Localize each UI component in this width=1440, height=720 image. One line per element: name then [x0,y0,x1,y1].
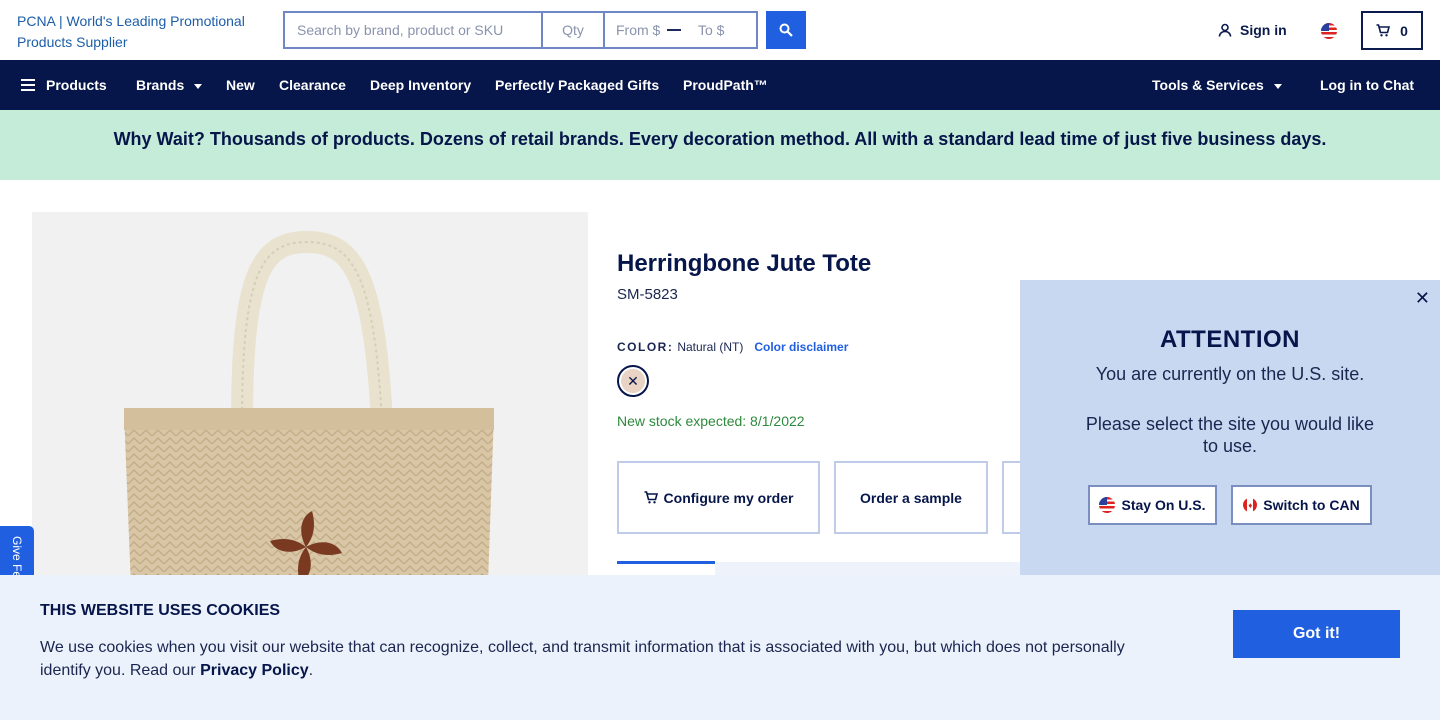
nav-brands[interactable]: Brands [136,60,203,110]
color-label: COLOR: [617,340,674,354]
nav-tools-services[interactable]: Tools & Services [1152,60,1282,110]
sign-in-link[interactable]: Sign in [1218,22,1287,38]
active-tab-indicator [617,561,715,564]
color-row: COLOR: Natural (NT) Color disclaimer [617,340,848,354]
promo-banner: Why Wait? Thousands of products. Dozens … [0,110,1440,180]
us-flag-icon[interactable] [1321,23,1337,39]
menu-icon [21,79,35,91]
accept-cookies-button[interactable]: Got it! [1233,610,1400,658]
price-to-input[interactable] [687,13,749,47]
attention-title: ATTENTION [1159,326,1301,353]
site-selection-modal: ✕ ATTENTION You are currently on the U.S… [1020,280,1440,575]
nav-proudpath[interactable]: ProudPath™ [683,60,768,110]
price-dash [667,29,681,31]
us-flag-icon [1099,497,1116,513]
price-from-input[interactable] [605,13,667,47]
cookie-banner: THIS WEBSITE USES COOKIES We use cookies… [0,575,1440,720]
configure-order-button[interactable]: Configure my order [617,461,820,534]
product-image[interactable] [32,212,588,612]
product-sku: SM-5823 [617,286,678,303]
nav-brands-label: Brands [136,77,185,93]
cart-icon [644,491,658,504]
stock-status: New stock expected: 8/1/2022 [617,413,805,429]
cookie-title: THIS WEBSITE USES COOKIES [40,602,281,619]
promo-text: Why Wait? Thousands of products. Dozens … [113,129,1327,149]
tote-bag-image [124,230,494,612]
search-group [283,11,758,49]
search-button[interactable] [766,11,806,49]
nav-new[interactable]: New [226,60,255,110]
close-icon[interactable]: ✕ [1415,288,1430,309]
color-value: Natural (NT) [677,340,744,354]
search-icon [779,23,793,37]
chevron-down-icon [1273,83,1282,89]
tab-bar [715,562,1020,575]
nav-tools-label: Tools & Services [1152,77,1264,93]
site-header: PCNA | World's Leading Promotional Produ… [0,0,1440,60]
cart-button[interactable]: 0 [1361,11,1423,50]
user-icon [1218,23,1232,37]
attention-prompt: Please select the site you would like to… [1085,414,1375,456]
price-range [603,11,758,49]
order-sample-button[interactable]: Order a sample [834,461,988,534]
switch-to-can-button[interactable]: ♦ Switch to CAN [1231,485,1372,525]
main-nav: Products Brands New Clearance Deep Inven… [0,60,1440,110]
cart-icon [1376,24,1391,37]
cookie-period: . [308,662,314,679]
stay-on-us-label: Stay On U.S. [1121,497,1206,513]
search-input[interactable] [283,11,541,49]
color-disclaimer-link[interactable]: Color disclaimer [754,340,848,354]
sign-in-label: Sign in [1240,22,1287,38]
nav-products-label: Products [46,77,107,93]
color-swatch-natural[interactable]: ✕ [617,365,649,397]
qty-input[interactable] [541,11,603,49]
configure-order-label: Configure my order [663,489,794,506]
attention-message: You are currently on the U.S. site. [1095,364,1365,384]
swatch-selected-icon: ✕ [621,369,645,393]
order-sample-label: Order a sample [860,489,962,506]
nav-clearance[interactable]: Clearance [279,60,346,110]
switch-to-can-label: Switch to CAN [1263,497,1360,513]
nav-deep-inventory[interactable]: Deep Inventory [370,60,471,110]
privacy-policy-link[interactable]: Privacy Policy [200,662,309,679]
cart-count: 0 [1400,22,1408,39]
product-title: Herringbone Jute Tote [617,250,872,277]
nav-products[interactable]: Products [21,60,107,110]
cookie-message: We use cookies when you visit our websit… [40,636,1150,682]
log-in-to-chat[interactable]: Log in to Chat [1320,60,1414,110]
stay-on-us-button[interactable]: Stay On U.S. [1088,485,1217,525]
canada-flag-icon: ♦ [1243,498,1258,512]
pcna-logo[interactable]: PCNA | World's Leading Promotional Produ… [17,11,277,53]
nav-perfectly-packaged-gifts[interactable]: Perfectly Packaged Gifts [495,60,659,110]
chevron-down-icon [194,83,203,89]
